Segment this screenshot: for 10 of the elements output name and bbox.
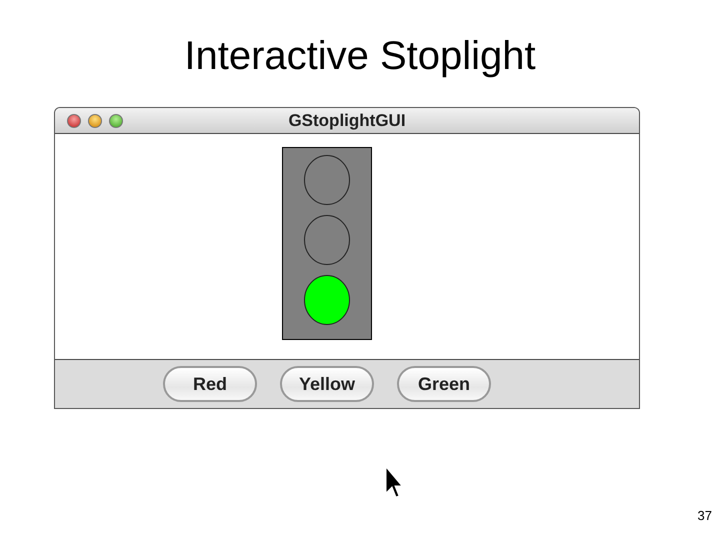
zoom-button[interactable] [109, 114, 123, 128]
window-title: GStoplightGUI [288, 110, 406, 130]
mouse-pointer-icon [385, 466, 403, 498]
close-button[interactable] [67, 114, 81, 128]
minimize-button[interactable] [88, 114, 102, 128]
light-button[interactable]: Red [163, 366, 257, 402]
page-number: 37 [698, 508, 712, 523]
slide-title: Interactive Stoplight [183, 33, 537, 80]
light-button[interactable]: Green [397, 366, 491, 402]
light-button[interactable]: Yellow [280, 366, 374, 402]
